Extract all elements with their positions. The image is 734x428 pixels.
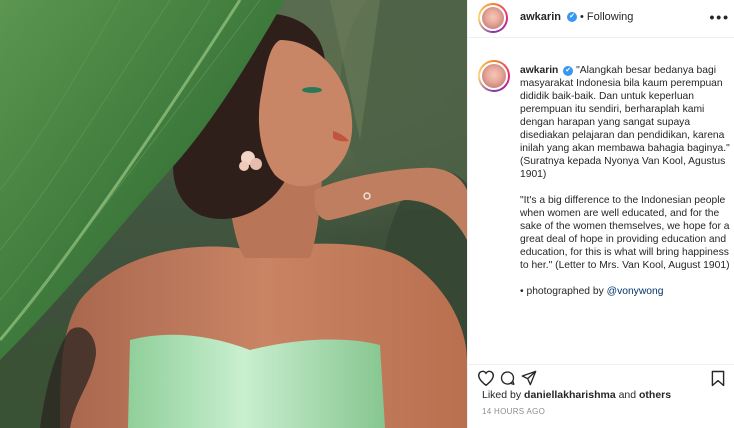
- likes-summary: Liked by daniellakharishma and others: [482, 389, 671, 401]
- liked-by-user-link[interactable]: daniellakharishma: [524, 389, 616, 401]
- post-sidebar: awkarin ✔ • Following • • • awkarin ✔ "A…: [467, 0, 734, 428]
- liked-by-and: and: [615, 389, 640, 401]
- caption-photographer-credit: • photographed by @vonywong: [520, 285, 730, 298]
- model-dress: [128, 334, 385, 428]
- caption-username[interactable]: awkarin: [520, 65, 558, 76]
- caption-paragraph-indonesian: awkarin ✔ "Alangkah besar bedanya bagi m…: [520, 64, 730, 181]
- bookmark-icon[interactable]: [711, 370, 725, 392]
- more-options-icon[interactable]: • • •: [710, 9, 729, 25]
- dot-separator: •: [580, 11, 584, 23]
- follow-status-label: Following: [586, 11, 634, 23]
- photographer-mention-link[interactable]: @vonywong: [607, 286, 664, 297]
- model-face: [258, 40, 353, 187]
- caption-verified-badge-icon: ✔: [563, 66, 574, 76]
- follow-status-button[interactable]: • Following: [580, 11, 633, 23]
- photographer-prefix: • photographed by: [520, 286, 607, 297]
- caption-avatar[interactable]: [478, 60, 510, 92]
- post-photo[interactable]: [0, 0, 467, 428]
- post-photo-illustration: [0, 0, 467, 428]
- post-header: awkarin ✔ • Following • • •: [468, 0, 734, 38]
- share-icon[interactable]: [521, 370, 537, 391]
- caption-text: awkarin ✔ "Alangkah besar bedanya bagi m…: [520, 64, 730, 298]
- heart-icon[interactable]: [477, 370, 495, 391]
- liked-by-others-link[interactable]: others: [639, 389, 671, 401]
- verified-badge-icon: ✔: [567, 12, 577, 22]
- caption-english-text: "It's a big difference to the Indonesian…: [520, 195, 730, 271]
- liked-by-prefix: Liked by: [482, 389, 525, 401]
- author-avatar[interactable]: [478, 3, 508, 33]
- post-actions-bar: Liked by daniellakharishma and others 14…: [468, 364, 734, 428]
- author-username[interactable]: awkarin: [520, 11, 561, 23]
- post-timestamp[interactable]: 14 HOURS AGO: [482, 407, 545, 416]
- caption-section: awkarin ✔ "Alangkah besar bedanya bagi m…: [468, 58, 734, 360]
- comment-icon[interactable]: [499, 370, 516, 391]
- caption-indonesian-text: "Alangkah besar bedanya bagi masyarakat …: [520, 65, 730, 180]
